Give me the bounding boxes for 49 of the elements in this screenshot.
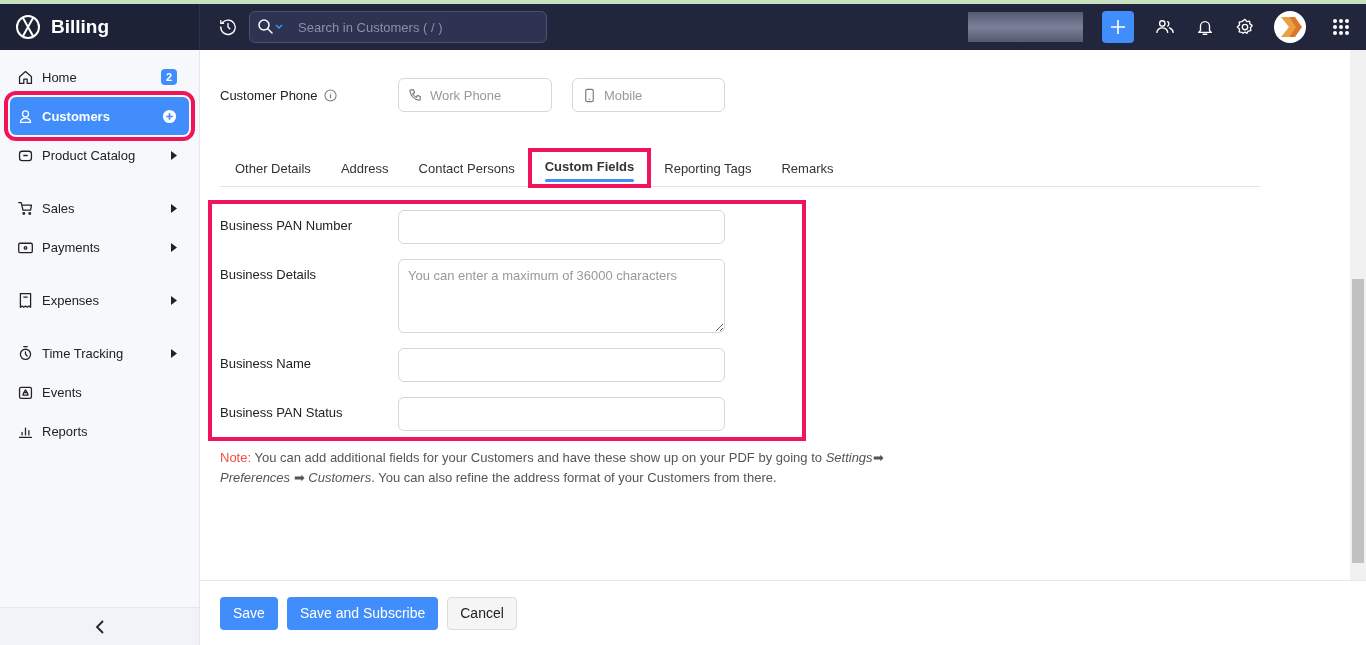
- add-button[interactable]: [1102, 11, 1134, 43]
- sidebar-item-icon: [17, 199, 34, 217]
- tab[interactable]: Other Details: [220, 150, 326, 186]
- tab[interactable]: Custom Fields: [529, 150, 650, 186]
- settings-icon[interactable]: [1236, 18, 1254, 36]
- sidebar-item[interactable]: Sales: [10, 189, 189, 227]
- info-icon: [323, 88, 337, 102]
- field-label: Business Details: [220, 266, 318, 282]
- field-label: Business PAN Status: [220, 404, 344, 420]
- field-label: Customer Phone: [220, 87, 318, 103]
- count-badge: 2: [160, 69, 177, 85]
- sidebar-item[interactable]: Expenses: [10, 281, 189, 319]
- avatar-icon[interactable]: [1274, 11, 1306, 43]
- app-logo-icon: [15, 14, 41, 40]
- sidebar-item[interactable]: Reports: [10, 412, 189, 450]
- text-field[interactable]: [398, 397, 725, 431]
- note-text: Note: You can add additional fields for your Customers and have these show up on your PDF by going to Settings➡ Preferences ➡ Customers. You can also refine the address format of your Customers from there.: [220, 449, 885, 487]
- mobile-icon: [582, 87, 597, 103]
- apps-grid-icon[interactable]: [1332, 18, 1350, 36]
- text-area[interactable]: You can enter a maximum of 36000 characters: [398, 259, 725, 333]
- scrollbar[interactable]: [1350, 50, 1366, 580]
- sidebar-item[interactable]: Product Catalog: [10, 136, 189, 174]
- text-field[interactable]: [398, 348, 725, 382]
- sidebar-item-icon: [17, 344, 34, 362]
- app-name: Billing: [51, 16, 110, 38]
- phone-icon: [408, 87, 423, 103]
- sidebar-item[interactable]: Payments: [10, 228, 189, 266]
- search-icon[interactable]: [257, 18, 285, 36]
- field-label: Business Name: [220, 355, 313, 371]
- sidebar-item[interactable]: Time Tracking: [10, 334, 189, 372]
- tab[interactable]: Reporting Tags: [649, 150, 767, 186]
- sidebar-item-icon: [17, 107, 34, 125]
- tab[interactable]: Contact Persons: [403, 150, 530, 186]
- sidebar-item[interactable]: Events: [10, 373, 189, 411]
- sidebar-item-icon: [17, 68, 34, 86]
- text-field[interactable]: [398, 210, 725, 244]
- search-field[interactable]: Search in Customers ( / ): [249, 11, 547, 43]
- action-button[interactable]: Cancel: [447, 596, 517, 630]
- field-label: Business PAN Number: [220, 217, 353, 233]
- tab[interactable]: Remarks: [766, 150, 849, 186]
- tab[interactable]: Address: [325, 150, 404, 186]
- sidebar-item-icon: [17, 291, 34, 309]
- add-circle-icon[interactable]: [162, 108, 177, 124]
- notification-icon[interactable]: [1196, 18, 1214, 36]
- sidebar-item[interactable]: Home 2: [10, 58, 189, 96]
- users-icon[interactable]: [1156, 18, 1174, 36]
- collapse-chevron-icon[interactable]: [94, 619, 105, 634]
- history-icon[interactable]: [219, 18, 237, 36]
- plus-icon: [1109, 18, 1127, 36]
